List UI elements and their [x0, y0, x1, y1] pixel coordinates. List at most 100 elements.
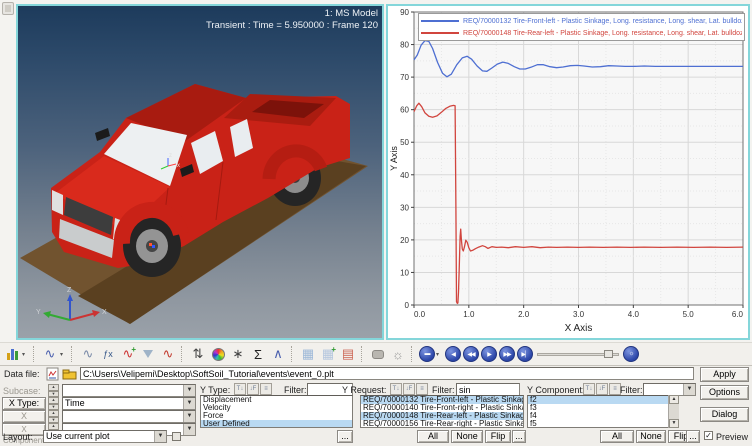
axis-scale-icon[interactable]: ∗ [229, 345, 247, 363]
svg-text:x: x [177, 163, 180, 169]
apply-button[interactable]: Apply [700, 367, 749, 382]
x-type-button[interactable]: X Type: [2, 397, 46, 410]
y-type-filter-label: Filter: [284, 385, 307, 395]
filter-toggle-icon[interactable]: ↓F [247, 383, 259, 395]
svg-text:70: 70 [400, 73, 409, 82]
curve-edit-icon[interactable]: ∧ [269, 345, 287, 363]
list-item[interactable]: f3 [528, 404, 678, 412]
x-request-select[interactable]: ▼ [62, 410, 196, 423]
x-type-select[interactable]: Time▼ [62, 397, 196, 410]
y-request-list[interactable]: REQ/70000132 Tire-Front-left - Plastic S… [360, 395, 524, 428]
open-folder-icon[interactable] [62, 367, 78, 381]
new-plot-caret[interactable]: ▾ [22, 351, 29, 358]
list-item[interactable]: REQ/70000132 Tire-Front-left - Plastic S… [361, 396, 523, 404]
add-curve-icon[interactable]: ∿+ [119, 345, 137, 363]
reload-plot-icon[interactable] [46, 367, 60, 381]
svg-text:60: 60 [400, 106, 409, 115]
toolbar-separator [411, 346, 414, 362]
list-item[interactable]: User Defined [201, 420, 352, 428]
options-button[interactable]: Options [700, 385, 749, 400]
all-button[interactable]: All [600, 430, 634, 443]
curve-display-icon[interactable]: ∿ [41, 345, 59, 363]
plot-axes-icon[interactable]: ⇅ [189, 345, 207, 363]
y-component-list[interactable]: f2f3f4f5 [527, 395, 679, 428]
svg-text:90: 90 [400, 8, 409, 17]
filter-toggle-icon[interactable]: ↓F [596, 383, 608, 395]
animation-settings-icon[interactable]: ☼ [623, 346, 639, 362]
settings-icon[interactable]: ☼ [389, 345, 407, 363]
animation-caret[interactable]: ▾ [436, 351, 443, 358]
grid-multi-icon[interactable]: ▦+ [319, 345, 337, 363]
x-request-button[interactable]: X Request: [2, 410, 46, 423]
svg-text:1.0: 1.0 [463, 310, 475, 319]
subcase-select[interactable]: ▼ [62, 384, 196, 397]
svg-text:Y: Y [36, 309, 41, 316]
y-type-more-button[interactable]: ... [337, 430, 353, 443]
3d-viewport[interactable]: z x Z X Y 1: MS Model Transient : Time =… [16, 4, 384, 340]
y-component-filter-label: Filter: [620, 385, 643, 395]
modify-curve-icon[interactable]: ∿ [159, 345, 177, 363]
more-button[interactable]: ... [686, 430, 700, 443]
none-button[interactable]: None [636, 430, 666, 443]
layout-checkbox[interactable] [172, 432, 181, 441]
svg-text:0: 0 [405, 301, 410, 310]
toolbar-separator [291, 346, 294, 362]
list-item[interactable]: REQ/70000140 Tire-Front-right - Plastic … [361, 404, 523, 412]
color-wheel-icon[interactable] [209, 345, 227, 363]
preview-checkbox[interactable]: ✓ [704, 431, 713, 440]
list-item[interactable]: f5 [528, 420, 678, 428]
play-icon[interactable]: ▶ [481, 346, 497, 362]
y-component-scrollbar[interactable]: ▲▼ [668, 395, 679, 428]
list-item[interactable]: f2 [528, 396, 678, 404]
none-button[interactable]: None [451, 430, 483, 443]
list-item[interactable]: Velocity [201, 404, 352, 412]
subcase-label: Subcase: [3, 386, 41, 396]
step-first-icon[interactable]: ◀ [445, 346, 461, 362]
data-file-path-input[interactable] [80, 367, 694, 380]
sort-toggle-icon[interactable]: T↓ [583, 383, 595, 395]
rewind-icon[interactable]: ◀◀ [463, 346, 479, 362]
grid-single-icon[interactable]: ▦ [299, 345, 317, 363]
sort-toggle-icon[interactable]: T↓ [234, 383, 246, 395]
legend-entry: REQ/70000148 Tire-Rear-left - Plastic Si… [421, 27, 742, 39]
page-layout-icon[interactable]: ▤ [339, 345, 357, 363]
subcase-spinner[interactable]: ▲▼ [48, 384, 59, 397]
x-request-spinner[interactable]: ▲▼ [48, 410, 59, 423]
comment-icon[interactable] [369, 345, 387, 363]
dialog-button[interactable]: Dialog [700, 407, 749, 422]
new-plot-icon[interactable] [3, 345, 21, 363]
svg-text:2.0: 2.0 [518, 310, 530, 319]
animation-menu-icon[interactable]: ▬ [419, 346, 435, 362]
svg-text:5.0: 5.0 [683, 310, 695, 319]
sort-toggle-icon[interactable]: T↓ [390, 383, 402, 395]
math-function-icon[interactable]: ƒx [99, 345, 117, 363]
list-mode-icon[interactable]: ≡ [416, 383, 428, 395]
toolbar-separator [361, 346, 364, 362]
flip-button[interactable]: Flip [485, 430, 511, 443]
svg-text:Z: Z [67, 287, 72, 294]
list-item[interactable]: Displacement [201, 396, 352, 404]
filter-curves-icon[interactable] [139, 345, 157, 363]
fast-forward-icon[interactable]: ▶▶ [499, 346, 515, 362]
toolbar-separator [181, 346, 184, 362]
plot-window[interactable]: 0.01.02.03.04.05.06.00102030405060708090… [386, 4, 750, 340]
list-mode-icon[interactable]: ≡ [260, 383, 272, 395]
list-item[interactable]: REQ/70000148 Tire-Rear-left - Plastic Si… [361, 412, 523, 420]
list-item[interactable]: REQ/70000156 Tire-Rear-right - Plastic S… [361, 420, 523, 428]
step-last-icon[interactable]: ▶▏ [517, 346, 533, 362]
svg-text:3.0: 3.0 [573, 310, 585, 319]
copy-curve-icon[interactable]: ∿ [79, 345, 97, 363]
y-type-list[interactable]: DisplacementVelocityForceUser Defined [200, 395, 353, 428]
mirror-left [95, 128, 110, 141]
filter-toggle-icon[interactable]: ↓F [403, 383, 415, 395]
sum-curves-icon[interactable]: Σ [249, 345, 267, 363]
all-button[interactable]: All [417, 430, 449, 443]
curve-display-caret[interactable]: ▾ [60, 351, 67, 358]
layout-select[interactable]: Use current plot▼ [43, 430, 167, 443]
list-item[interactable]: f4 [528, 412, 678, 420]
y-request-filter-label: Filter: [432, 385, 455, 395]
list-item[interactable]: Force [201, 412, 352, 420]
more-button[interactable]: ... [512, 430, 526, 443]
frame-slider[interactable] [537, 347, 619, 361]
x-type-spinner[interactable]: ▲▼ [48, 397, 59, 410]
